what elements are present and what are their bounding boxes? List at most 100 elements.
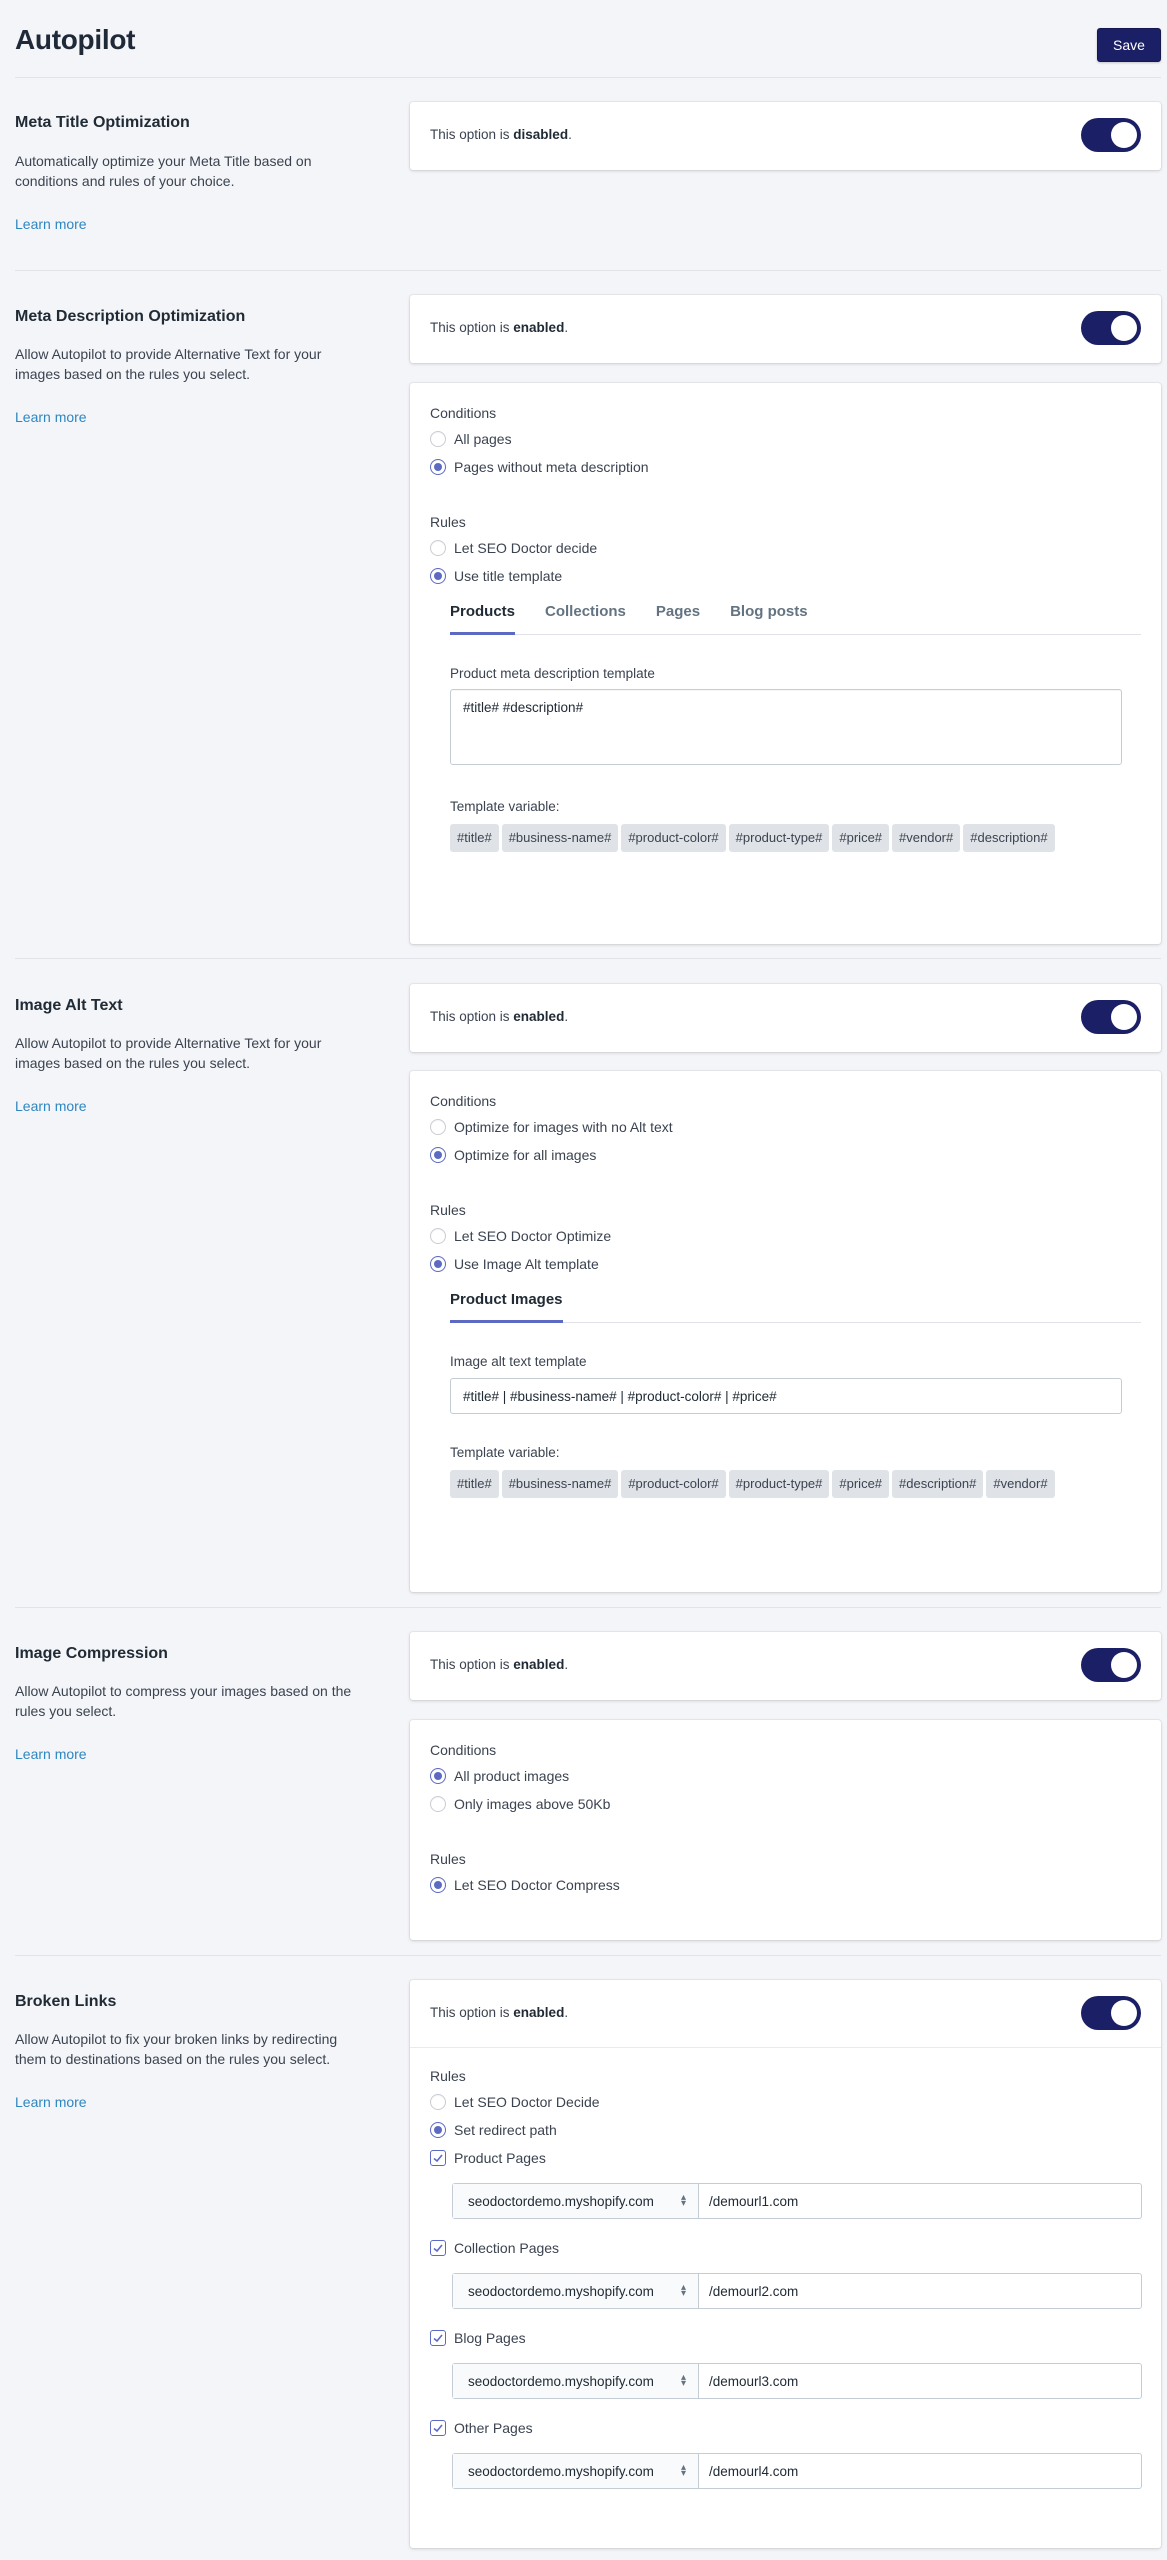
condition-option[interactable]: Only images above 50Kb bbox=[430, 1796, 610, 1812]
checkmark-icon bbox=[433, 2244, 443, 2253]
variable-chip[interactable]: #product-type# bbox=[728, 1470, 830, 1498]
template-input[interactable] bbox=[450, 1378, 1122, 1414]
status-prefix: This option is bbox=[430, 2005, 514, 2020]
learn-more-link[interactable]: Learn more bbox=[15, 216, 87, 232]
variable-chip[interactable]: #price# bbox=[832, 824, 890, 852]
tab-collections[interactable]: Collections bbox=[545, 593, 626, 634]
redirect-checkbox-row[interactable]: Blog Pages bbox=[430, 2330, 526, 2346]
template-variables: #title# #business-name# #product-color# … bbox=[450, 824, 1070, 856]
radio-button-selected[interactable] bbox=[430, 1256, 446, 1272]
radio-button[interactable] bbox=[430, 1119, 446, 1135]
tab-product-images[interactable]: Product Images bbox=[450, 1281, 563, 1323]
rules-label: Rules bbox=[430, 1851, 466, 1867]
learn-more-link[interactable]: Learn more bbox=[15, 409, 87, 425]
redirect-field: seodoctordemo.myshopify.com ▴ ▾ bbox=[452, 2453, 1142, 2489]
redirect-checkbox-row[interactable]: Other Pages bbox=[430, 2420, 533, 2436]
radio-button[interactable] bbox=[430, 1228, 446, 1244]
checkbox-checked[interactable] bbox=[430, 2240, 446, 2256]
section-description: Allow Autopilot to fix your broken links… bbox=[15, 2031, 338, 2067]
enable-toggle[interactable] bbox=[1081, 311, 1141, 345]
condition-option[interactable]: Optimize for images with no Alt text bbox=[430, 1119, 673, 1135]
radio-button-selected[interactable] bbox=[430, 459, 446, 475]
radio-button[interactable] bbox=[430, 2094, 446, 2110]
template-variables: #title# #business-name# #product-color# … bbox=[450, 1470, 1070, 1502]
condition-option[interactable]: Optimize for all images bbox=[430, 1147, 596, 1163]
enable-toggle[interactable] bbox=[1081, 1000, 1141, 1034]
tab-pages[interactable]: Pages bbox=[656, 593, 700, 634]
toggle-knob bbox=[1111, 315, 1137, 341]
checkbox-checked[interactable] bbox=[430, 2150, 446, 2166]
section-description: Allow Autopilot to provide Alternative T… bbox=[15, 1035, 322, 1071]
rule-option[interactable]: Use title template bbox=[430, 568, 562, 584]
template-tabs: Product Images bbox=[450, 1281, 1141, 1323]
page-title: Autopilot bbox=[15, 24, 136, 55]
rule-option[interactable]: Let SEO Doctor decide bbox=[430, 540, 597, 556]
redirect-field: seodoctordemo.myshopify.com ▴ ▾ bbox=[452, 2183, 1142, 2219]
tab-products[interactable]: Products bbox=[450, 593, 516, 635]
radio-button-selected[interactable] bbox=[430, 2122, 446, 2138]
variable-chip[interactable]: #description# bbox=[963, 824, 1055, 852]
divider bbox=[15, 958, 1161, 959]
radio-button[interactable] bbox=[430, 540, 446, 556]
section-title: Image Compression bbox=[15, 1645, 168, 1662]
variable-chip[interactable]: #title# bbox=[450, 1470, 499, 1498]
radio-button[interactable] bbox=[430, 1796, 446, 1812]
save-button[interactable]: Save bbox=[1097, 28, 1161, 62]
option-label: All product images bbox=[454, 1768, 570, 1784]
domain-select[interactable]: seodoctordemo.myshopify.com ▴ ▾ bbox=[453, 2454, 699, 2488]
redirect-checkbox-row[interactable]: Collection Pages bbox=[430, 2240, 559, 2256]
learn-more-link[interactable]: Learn more bbox=[15, 1098, 87, 1114]
divider bbox=[15, 270, 1161, 271]
radio-button[interactable] bbox=[430, 431, 446, 447]
enable-toggle[interactable] bbox=[1081, 118, 1141, 152]
variable-chip[interactable]: #product-type# bbox=[728, 824, 830, 852]
status-value: enabled bbox=[513, 1009, 565, 1024]
radio-button-selected[interactable] bbox=[430, 1877, 446, 1893]
rule-option[interactable]: Let SEO Doctor Decide bbox=[430, 2094, 600, 2110]
domain-select[interactable]: seodoctordemo.myshopify.com ▴ ▾ bbox=[453, 2364, 699, 2398]
domain-select[interactable]: seodoctordemo.myshopify.com ▴ ▾ bbox=[453, 2184, 699, 2218]
rule-option[interactable]: Use Image Alt template bbox=[430, 1256, 599, 1272]
variable-chip[interactable]: #product-color# bbox=[621, 824, 726, 852]
condition-option[interactable]: All product images bbox=[430, 1768, 569, 1784]
redirect-path-input[interactable] bbox=[699, 2364, 1141, 2398]
checkbox-checked[interactable] bbox=[430, 2420, 446, 2436]
variable-chip[interactable]: #product-color# bbox=[621, 1470, 726, 1498]
redirect-checkbox-row[interactable]: Product Pages bbox=[430, 2150, 546, 2166]
status-text: This option is enabled. bbox=[430, 1009, 568, 1024]
tab-blog-posts[interactable]: Blog posts bbox=[730, 593, 808, 634]
status-card: This option is enabled. bbox=[410, 1632, 1161, 1700]
settings-card: This option is enabled. Rules Let SEO Do… bbox=[410, 1980, 1161, 2548]
learn-more-link[interactable]: Learn more bbox=[15, 1746, 87, 1762]
rule-option[interactable]: Let SEO Doctor Compress bbox=[430, 1877, 620, 1893]
variable-chip[interactable]: #title# bbox=[450, 824, 499, 852]
domain-select[interactable]: seodoctordemo.myshopify.com ▴ ▾ bbox=[453, 2274, 699, 2308]
template-textarea[interactable]: #title# #description# bbox=[450, 689, 1122, 765]
redirect-path-input[interactable] bbox=[699, 2454, 1141, 2488]
rule-option[interactable]: Set redirect path bbox=[430, 2122, 557, 2138]
variable-chip[interactable]: #description# bbox=[892, 1470, 984, 1498]
section-description: Automatically optimize your Meta Title b… bbox=[15, 153, 312, 189]
condition-option[interactable]: Pages without meta description bbox=[430, 459, 649, 475]
rule-option[interactable]: Let SEO Doctor Optimize bbox=[430, 1228, 611, 1244]
radio-button-selected[interactable] bbox=[430, 1768, 446, 1784]
variable-chip[interactable]: #business-name# bbox=[501, 824, 619, 852]
radio-button-selected[interactable] bbox=[430, 1147, 446, 1163]
divider bbox=[15, 1607, 1161, 1608]
radio-button-selected[interactable] bbox=[430, 568, 446, 584]
learn-more-link[interactable]: Learn more bbox=[15, 2094, 87, 2110]
redirect-path-input[interactable] bbox=[699, 2274, 1141, 2308]
checkbox-checked[interactable] bbox=[430, 2330, 446, 2346]
redirect-path-input[interactable] bbox=[699, 2184, 1141, 2218]
option-label: Use Image Alt template bbox=[454, 1256, 599, 1272]
settings-card: Conditions Optimize for images with no A… bbox=[410, 1071, 1161, 1592]
settings-card: Conditions All product images Only image… bbox=[410, 1720, 1161, 1940]
variable-chip[interactable]: #business-name# bbox=[501, 1470, 619, 1498]
variable-chip[interactable]: #price# bbox=[832, 1470, 890, 1498]
option-label: Other Pages bbox=[454, 2420, 533, 2436]
enable-toggle[interactable] bbox=[1081, 1996, 1141, 2030]
enable-toggle[interactable] bbox=[1081, 1648, 1141, 1682]
variable-chip[interactable]: #vendor# bbox=[892, 824, 961, 852]
condition-option[interactable]: All pages bbox=[430, 431, 512, 447]
variable-chip[interactable]: #vendor# bbox=[986, 1470, 1055, 1498]
